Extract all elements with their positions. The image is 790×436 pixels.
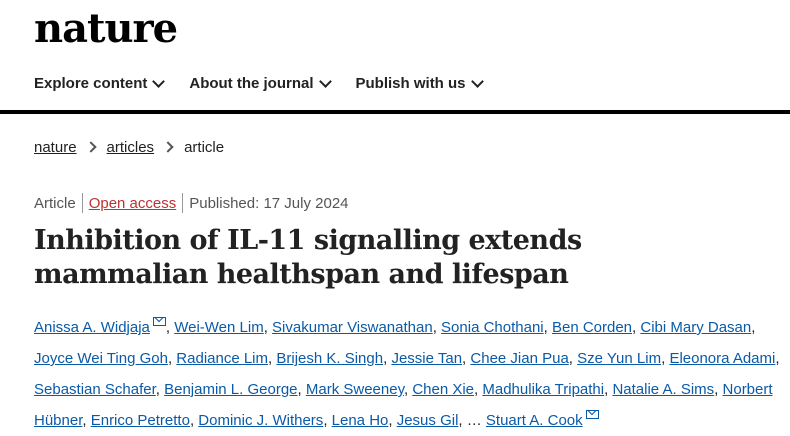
published-date: Published: 17 July 2024 (189, 194, 349, 212)
chevron-down-icon (152, 74, 166, 88)
author-separator: , (432, 319, 442, 336)
author-link[interactable]: Brijesh K. Singh (276, 350, 383, 367)
author-link[interactable]: Cibi Mary Dasan (640, 319, 751, 336)
nav-explore-label: Explore content (34, 74, 148, 92)
main-nav: Explore content About the journal Publis… (34, 72, 508, 94)
article-title: Inhibition of IL-11 signalling extends m… (34, 225, 582, 290)
author-link[interactable]: Jesus Gil (397, 412, 459, 429)
chevron-down-icon (318, 74, 332, 88)
author-link[interactable]: Sivakumar Viswanathan (272, 319, 433, 336)
chevron-right-icon (162, 141, 174, 153)
author-link[interactable]: Stuart A. Cook (486, 412, 583, 429)
envelope-icon[interactable] (152, 317, 166, 326)
author-link[interactable]: Madhulika Tripathi (482, 381, 604, 398)
article-type: Article (34, 194, 76, 212)
author-link[interactable]: Anissa A. Widjaja (34, 319, 150, 336)
author-separator: , (82, 412, 91, 429)
author-link[interactable]: Jessie Tan (391, 350, 462, 367)
author-link[interactable]: Lena Ho (332, 412, 389, 429)
meta-divider (182, 193, 184, 213)
breadcrumb-articles[interactable]: articles (107, 139, 155, 156)
article-meta: Article Open access Published: 17 July 2… (34, 192, 349, 214)
author-link[interactable]: Chee Jian Pua (470, 350, 568, 367)
author-link[interactable]: Mark Sweeney (306, 381, 404, 398)
author-separator: , (165, 319, 175, 336)
author-separator: , (714, 381, 723, 398)
author-link[interactable]: Radiance Lim (176, 350, 268, 367)
author-ellipsis[interactable]: … (467, 412, 486, 429)
meta-divider (81, 193, 83, 213)
author-separator: , (775, 350, 780, 367)
author-separator: , (323, 412, 332, 429)
author-link[interactable]: Sze Yun Lim (577, 350, 661, 367)
chevron-right-icon (84, 141, 97, 153)
breadcrumb: nature articles article (34, 136, 224, 158)
nature-logo[interactable]: nature (34, 5, 178, 53)
author-separator: , (297, 381, 306, 398)
author-link[interactable]: Dominic J. Withers (198, 412, 323, 429)
author-separator: , (543, 319, 552, 336)
nav-about-label: About the journal (189, 74, 314, 92)
nav-publish-label: Publish with us (355, 74, 466, 92)
header-divider (0, 110, 790, 114)
author-link[interactable]: Wei-Wen Lim (174, 319, 263, 336)
nav-explore-content[interactable]: Explore content (34, 72, 166, 94)
author-link[interactable]: Enrico Petretto (91, 412, 190, 429)
author-link[interactable]: Sonia Chothani (441, 319, 544, 336)
author-link[interactable]: Chen Xie (412, 381, 474, 398)
chevron-down-icon (470, 74, 484, 88)
author-link[interactable]: Joyce Wei Ting Goh (34, 350, 168, 367)
author-link[interactable]: Natalie A. Sims (612, 381, 714, 398)
author-separator: , (388, 412, 397, 429)
author-separator: , (751, 319, 756, 336)
author-link[interactable]: Sebastian Schafer (34, 381, 156, 398)
author-separator: , (155, 381, 165, 398)
breadcrumb-nature[interactable]: nature (34, 139, 77, 156)
breadcrumb-article: article (184, 138, 225, 156)
author-link[interactable]: Benjamin L. George (164, 381, 297, 398)
author-separator: , (458, 412, 467, 429)
author-separator: , (263, 319, 273, 336)
nav-publish-with-us[interactable]: Publish with us (355, 72, 484, 94)
author-list: Anissa A. Widjaja, Wei-Wen Lim, Sivakuma… (34, 312, 784, 436)
nav-about-journal[interactable]: About the journal (189, 72, 332, 94)
author-link[interactable]: Ben Corden (552, 319, 632, 336)
open-access-link[interactable]: Open access (89, 195, 177, 212)
author-separator: , (568, 350, 578, 367)
author-link[interactable]: Eleonora Adami (669, 350, 775, 367)
envelope-icon[interactable] (585, 410, 599, 419)
